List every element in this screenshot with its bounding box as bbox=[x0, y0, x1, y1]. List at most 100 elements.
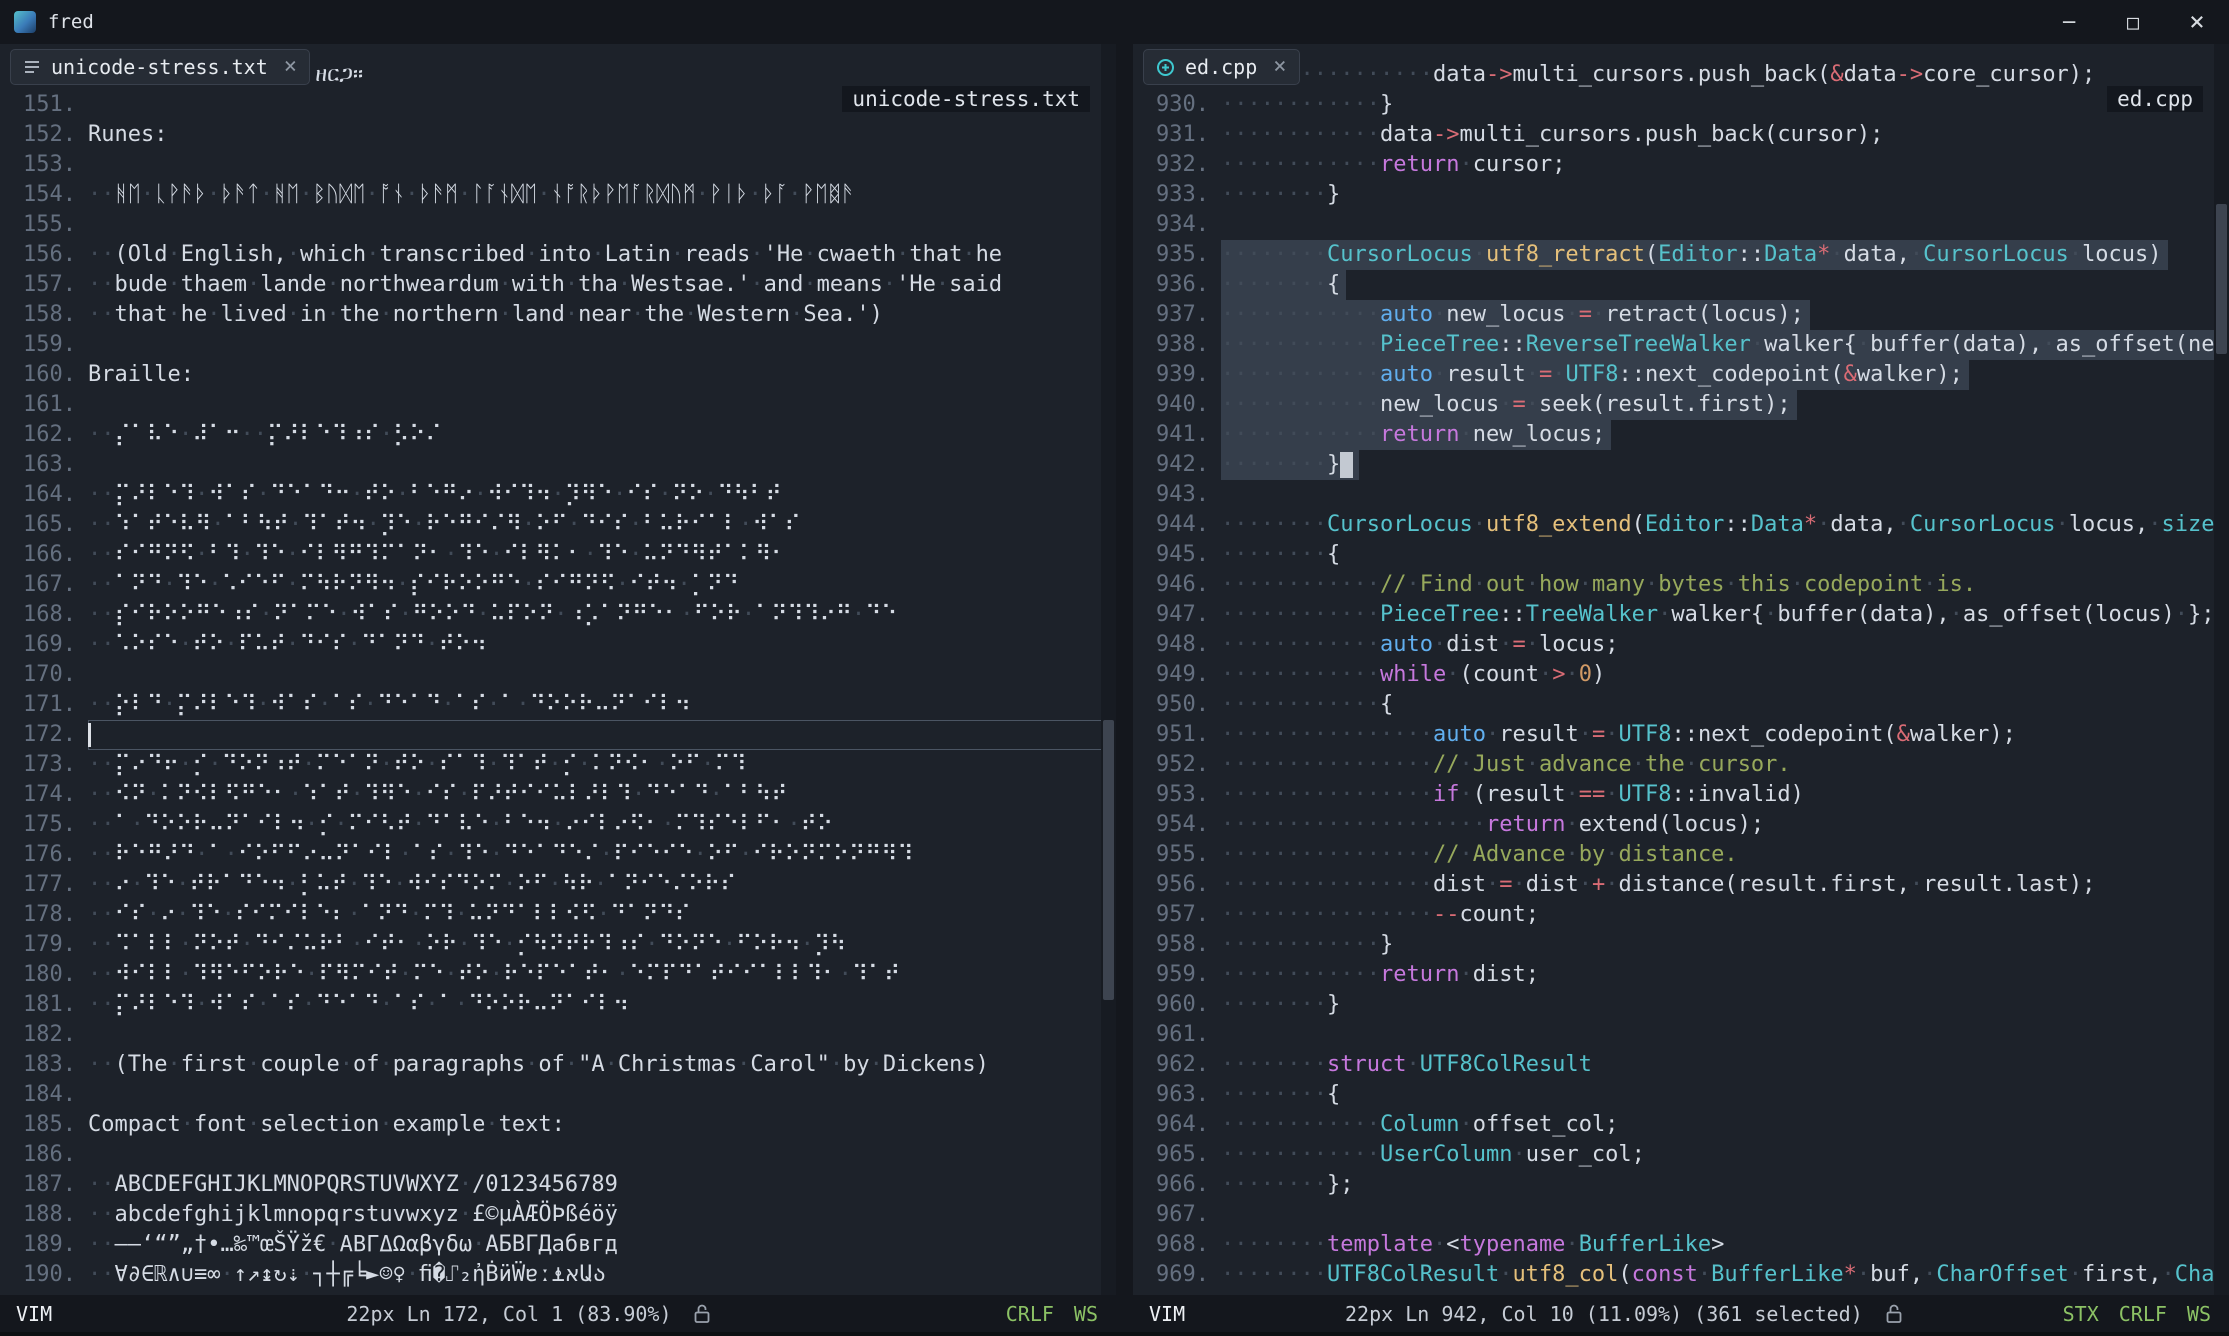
code-line[interactable]: 182. bbox=[0, 1020, 1116, 1050]
code-line[interactable]: 944.········CursorLocus·utf8_extend(Edit… bbox=[1133, 510, 2229, 540]
whitespace-dot: · bbox=[1817, 512, 1830, 537]
code-line[interactable]: 160.Braille: bbox=[0, 360, 1116, 390]
code-line[interactable]: 171.··⡕⠇⠙·⡍⠜⠇⠑⠹·⠺⠁⠎·⠁⠎·⠙⠑⠁⠙·⠁⠎·⠁·⠙⠕⠕⠗⠤⠝⠁… bbox=[0, 690, 1116, 720]
code-line[interactable]: 177.··⠔·⠹⠑·⠞⠗⠁⠙⠑⠲·⡃⠥⠞·⠹⠑·⠺⠊⠎⠙⠕⠍·⠕⠋·⠳⠗·⠁⠝… bbox=[0, 870, 1116, 900]
code-line[interactable]: 165.··⠱⠁⠞⠑⠧⠻·⠁⠃⠳⠞·⠹⠁⠞⠲·⡹⠑·⠗⠑⠛⠊⠌⠻·⠕⠋·⠙⠊⠎·… bbox=[0, 510, 1116, 540]
code-line[interactable]: 161. bbox=[0, 390, 1116, 420]
code-line[interactable]: 172. bbox=[0, 720, 1116, 750]
code-line[interactable]: 946.············//·Find·out·how·many·byt… bbox=[1133, 570, 2229, 600]
code-line[interactable]: 158.··that·he·lived·in·the·northern·land… bbox=[0, 300, 1116, 330]
scrollbar[interactable] bbox=[2214, 44, 2229, 1295]
code-line[interactable]: 156.··(Old·English,·which·transcribed·in… bbox=[0, 240, 1116, 270]
text-buffer[interactable]: 929.················data->multi_cursors.… bbox=[1133, 44, 2229, 1290]
minimize-button[interactable]: ─ bbox=[2037, 0, 2101, 44]
tab-unicode-stress[interactable]: unicode-stress.txt × bbox=[10, 49, 310, 85]
code-line[interactable]: 952.················//·Just·advance·the·… bbox=[1133, 750, 2229, 780]
code-line[interactable]: 179.··⠩⠁⠇⠇·⠝⠕⠞·⠙⠊⠌⠥⠗⠃·⠊⠞⠂·⠕⠗·⠹⠑·⡊⠳⠝⠞⠗⠹⠰⠎… bbox=[0, 930, 1116, 960]
code-line[interactable]: 162.··⡌⠁⠧⠑·⠼⠁⠒··⡍⠜⠇⠑⠹⠰⠎·⡣⠕⠌ bbox=[0, 420, 1116, 450]
code-line[interactable]: 163. bbox=[0, 450, 1116, 480]
code-line[interactable]: 169.··⠡⠕⠎⠑·⠞⠕·⠏⠥⠞·⠙⠊⠎·⠙⠁⠝⠙·⠞⠕⠲ bbox=[0, 630, 1116, 660]
code-line[interactable]: 190.··∀∂∈ℝ∧∪≡∞·↑↗↨↻⇣·┐┼╔╘►☺♀·ﬁ�⑀₂ἠḂӥẄɐː⍎… bbox=[0, 1260, 1116, 1290]
tab-close-icon[interactable]: × bbox=[1273, 56, 1286, 78]
code-line[interactable]: 933.········} bbox=[1133, 180, 2229, 210]
code-line[interactable]: 168.··⡎⠊⠗⠕⠕⠛⠑⠰⠎·⠝⠁⠍⠑·⠺⠁⠎·⠛⠕⠕⠙·⠥⠏⠕⠝·⠰⡡⠁⠝⠛… bbox=[0, 600, 1116, 630]
code-line[interactable]: 930.············} bbox=[1133, 90, 2229, 120]
code-line[interactable]: 175.··⠁·⠙⠕⠕⠗⠤⠝⠁⠊⠇⠲·⡊·⠍⠊⠣⠞·⠙⠁⠧⠑·⠃⠑⠲·⠔⠊⠇⠔⠫… bbox=[0, 810, 1116, 840]
code-line[interactable]: 941.············return·new_locus; bbox=[1133, 420, 2229, 450]
code-line[interactable]: 932.············return·cursor; bbox=[1133, 150, 2229, 180]
code-line[interactable]: 155. bbox=[0, 210, 1116, 240]
text-buffer[interactable]: 150.··እግርህን·በፍራሽህ·ልክ·ዘርጋ።151.152.Runes:1… bbox=[0, 44, 1116, 1290]
code-line[interactable]: 186. bbox=[0, 1140, 1116, 1170]
code-line[interactable]: 959.············return·dist; bbox=[1133, 960, 2229, 990]
code-line[interactable]: 934. bbox=[1133, 210, 2229, 240]
code-line[interactable]: 939.············auto·result·=·UTF8::next… bbox=[1133, 360, 2229, 390]
left-editor-pane[interactable]: unicode-stress.txt × unicode-stress.txt … bbox=[0, 44, 1116, 1295]
code-line[interactable]: 961. bbox=[1133, 1020, 2229, 1050]
code-line[interactable]: 935.········CursorLocus·utf8_retract(Edi… bbox=[1133, 240, 2229, 270]
tab-close-icon[interactable]: × bbox=[284, 56, 297, 78]
code-line[interactable]: 964.············Column·offset_col; bbox=[1133, 1110, 2229, 1140]
code-line[interactable]: 167.··⠁⠝⠙·⠹⠑·⠡⠊⠑⠋·⠍⠳⠗⠝⠻⠲·⡎⠊⠗⠕⠕⠛⠑·⠎⠊⠛⠝⠫·⠊… bbox=[0, 570, 1116, 600]
pane-divider[interactable] bbox=[1116, 44, 1133, 1295]
code-line[interactable]: 166.··⠎⠊⠛⠝⠫·⠃⠹·⠹⠑·⠊⠇⠻⠛⠹⠍⠁⠝⠂·⠹⠑·⠊⠇⠻⠅⠂·⠹⠑·… bbox=[0, 540, 1116, 570]
code-line[interactable]: 178.··⠊⠎·⠔·⠹⠑·⠎⠊⠍⠊⠇⠑⠆·⠁⠝⠙·⠍⠹·⠥⠝⠙⠁⠇⠇⠪⠫·⠙⠁… bbox=[0, 900, 1116, 930]
whitespace-dot: · bbox=[1340, 92, 1353, 117]
code-line[interactable]: 965.············UserColumn·user_col; bbox=[1133, 1140, 2229, 1170]
code-line[interactable]: 948.············auto·dist·=·locus; bbox=[1133, 630, 2229, 660]
whitespace-dot: · bbox=[1367, 1112, 1380, 1137]
code-line[interactable]: 957.················--count; bbox=[1133, 900, 2229, 930]
code-line[interactable]: 937.············auto·new_locus·=·retract… bbox=[1133, 300, 2229, 330]
code-line[interactable]: 174.··⠪⠝·⠅⠝⠪⠇⠫⠛⠑⠂·⠱⠁⠞·⠹⠻⠑·⠊⠎·⠏⠜⠞⠊⠊⠥⠇⠜⠇⠹·… bbox=[0, 780, 1116, 810]
code-line[interactable]: 176.··⠗⠑⠛⠜⠙·⠁·⠊⠕⠋⠋⠔⠤⠝⠁⠊⠇·⠁⠎·⠹⠑·⠙⠑⠁⠙⠑⠌·⠏⠊… bbox=[0, 840, 1116, 870]
close-button[interactable]: × bbox=[2165, 0, 2229, 44]
code-line[interactable]: 183.··(The·first·couple·of·paragraphs·of… bbox=[0, 1050, 1116, 1080]
code-line[interactable]: 180.··⠺⠊⠇⠇·⠹⠻⠑⠋⠕⠗⠑·⠏⠻⠍⠊⠞·⠍⠑·⠞⠕·⠗⠑⠏⠑⠁⠞⠂·⠑… bbox=[0, 960, 1116, 990]
code-line[interactable]: 188.··abcdefghijklmnopqrstuvwxyz·£©µÀÆÖÞ… bbox=[0, 1200, 1116, 1230]
code-line[interactable]: 949.············while·(count·>·0) bbox=[1133, 660, 2229, 690]
code-line[interactable]: 943. bbox=[1133, 480, 2229, 510]
code-line[interactable]: 938.············PieceTree::ReverseTreeWa… bbox=[1133, 330, 2229, 360]
code-line[interactable]: 954.····················return·extend(lo… bbox=[1133, 810, 2229, 840]
code-line[interactable]: 173.··⡍⠔⠙⠖·⡊·⠙⠕⠝⠰⠞·⠍⠑⠁⠝·⠞⠕·⠎⠁⠹·⠹⠁⠞·⡊·⠅⠝⠪… bbox=[0, 750, 1116, 780]
scrollbar-thumb[interactable] bbox=[1103, 720, 1114, 1000]
code-line[interactable]: 940.············new_locus·=·seek(result.… bbox=[1133, 390, 2229, 420]
code-line[interactable]: 154.··ᚻᛖ·ᚳᚹᚫᚦ·ᚦᚫᛏ·ᚻᛖ·ᛒᚢᛞᛖ·ᚩᚾ·ᚦᚫᛗ·ᛚᚪᚾᛞᛖ·ᚾ… bbox=[0, 180, 1116, 210]
code-line[interactable]: 157.··bude·thaem·lande·northweardum·with… bbox=[0, 270, 1116, 300]
tab-ed-cpp[interactable]: ed.cpp × bbox=[1143, 49, 1300, 85]
code-line[interactable]: 951.················auto·result·=·UTF8::… bbox=[1133, 720, 2229, 750]
code-line[interactable]: 181.··⡍⠜⠇⠑⠹·⠺⠁⠎·⠁⠎·⠙⠑⠁⠙·⠁⠎·⠁·⠙⠕⠕⠗⠤⠝⠁⠊⠇⠲ bbox=[0, 990, 1116, 1020]
code-line[interactable]: 963.········{ bbox=[1133, 1080, 2229, 1110]
code-line[interactable]: 962.········struct·UTF8ColResult bbox=[1133, 1050, 2229, 1080]
maximize-button[interactable]: □ bbox=[2101, 0, 2165, 44]
code-line[interactable]: 185.Compact·font·selection·example·text: bbox=[0, 1110, 1116, 1140]
code-line[interactable]: 950.············{ bbox=[1133, 690, 2229, 720]
code-line[interactable]: 184. bbox=[0, 1080, 1116, 1110]
code-line[interactable]: 931.············data->multi_cursors.push… bbox=[1133, 120, 2229, 150]
code-line[interactable]: 942.········} bbox=[1133, 450, 2229, 480]
code-line[interactable]: 966.········}; bbox=[1133, 1170, 2229, 1200]
code-line[interactable]: 945.········{ bbox=[1133, 540, 2229, 570]
code-line[interactable]: 152.Runes: bbox=[0, 120, 1116, 150]
code-line[interactable]: 960.········} bbox=[1133, 990, 2229, 1020]
scrollbar-thumb[interactable] bbox=[2216, 204, 2227, 354]
code-line[interactable]: 936.········{ bbox=[1133, 270, 2229, 300]
code-line[interactable]: 947.············PieceTree::TreeWalker·wa… bbox=[1133, 600, 2229, 630]
whitespace-dot: · bbox=[286, 872, 299, 897]
code-line[interactable]: 956.················dist·=·dist·+·distan… bbox=[1133, 870, 2229, 900]
code-line[interactable]: 170. bbox=[0, 660, 1116, 690]
code-line[interactable]: 953.················if·(result·==·UTF8::… bbox=[1133, 780, 2229, 810]
code-line[interactable]: 968.········template·<typename·BufferLik… bbox=[1133, 1230, 2229, 1260]
right-editor-pane[interactable]: ed.cpp × ed.cpp 929.················data… bbox=[1133, 44, 2229, 1295]
code-line[interactable]: 955.················//·Advance·by·distan… bbox=[1133, 840, 2229, 870]
code-line[interactable]: 969.········UTF8ColResult·utf8_col(const… bbox=[1133, 1260, 2229, 1290]
code-line[interactable]: 159. bbox=[0, 330, 1116, 360]
code-line[interactable]: 189.··–—‘“”„†•…‰™œŠŸž€·ΑΒΓΔΩαβγδω·АБВГДа… bbox=[0, 1230, 1116, 1260]
code-line[interactable]: 153. bbox=[0, 150, 1116, 180]
whitespace-dot: · bbox=[1221, 1262, 1234, 1287]
code-line[interactable]: 967. bbox=[1133, 1200, 2229, 1230]
code-line[interactable]: 164.··⡍⠜⠇⠑⠹·⠺⠁⠎·⠙⠑⠁⠙⠒·⠞⠕·⠃⠑⠛⠔·⠺⠊⠹⠲·⡹⠻⠑·⠊… bbox=[0, 480, 1116, 510]
code-line[interactable]: 958.············} bbox=[1133, 930, 2229, 960]
scrollbar[interactable] bbox=[1101, 44, 1116, 1295]
code-line[interactable]: 187.··ABCDEFGHIJKLMNOPQRSTUVWXYZ·/012345… bbox=[0, 1170, 1116, 1200]
